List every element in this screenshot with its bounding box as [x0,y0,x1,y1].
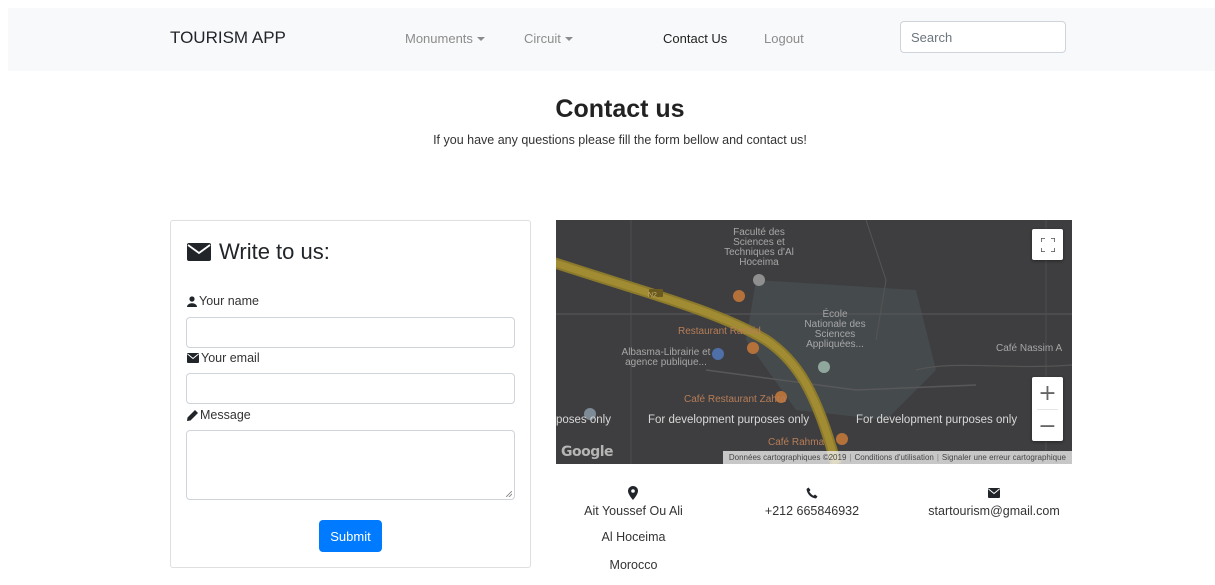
name-field[interactable] [186,317,515,348]
map-label-ecole: École Nationale des Sciences Appliquées.… [804,309,866,350]
dev-watermark-center: For development purposes only [648,414,810,426]
name-label: Your name [187,294,259,308]
nav-monuments-label: Monuments [405,31,473,46]
fullscreen-icon [1040,237,1055,252]
name-label-text: Your name [199,294,259,308]
phone-column: +212 665846932 [752,486,872,518]
map-label-albasma: Albasma-Librairie et agence publique... [621,347,711,368]
map-label-cafe-rahma: Café Rahma [768,437,825,448]
dev-watermark-right: For development purposes only [856,414,1018,426]
email-column: startourism@gmail.com [918,486,1070,518]
phone-icon [806,487,818,499]
nav-circuit-label: Circuit [524,31,561,46]
nav-circuit[interactable]: Circuit [524,31,573,46]
email-field[interactable] [186,373,515,404]
search-input[interactable] [900,21,1066,53]
map-label-cafe-nassim: Café Nassim A [996,343,1063,354]
envelope-icon [988,488,1000,498]
nav-logout[interactable]: Logout [764,31,804,46]
envelope-icon [187,243,211,261]
contact-email[interactable]: startourism@gmail.com [918,504,1070,518]
message-label: Message [187,408,251,422]
nav-contact-us[interactable]: Contact Us [663,31,727,46]
zoom-in-button[interactable]: + [1032,377,1063,409]
attribution-data[interactable]: Données cartographiques ©2019 [726,453,850,462]
phone-number[interactable]: +212 665846932 [752,504,872,518]
caret-down-icon [564,37,573,41]
map-label-restaurant-rachid: Restaurant Rachid [678,326,761,337]
google-map[interactable]: Faculté des Sciences et Techniques d'Al … [556,220,1072,464]
message-label-text: Message [200,408,251,422]
email-label-text: Your email [201,351,260,365]
page-title: Contact us [555,95,685,123]
form-title-text: Write to us: [219,239,330,264]
address-line-2: Al Hoceima [601,530,666,544]
page-subtitle: If you have any questions please fill th… [433,133,807,147]
contact-form-card: Write to us: Your name Your email Messag… [170,220,531,568]
map-attribution: Données cartographiques ©2019 | Conditio… [722,451,1072,464]
map-label-faculte: Faculté des Sciences et Techniques d'Al … [724,227,794,268]
message-textarea[interactable] [186,430,515,500]
brand-logo[interactable]: TOURISM APP [170,28,286,48]
address-line-1: Ait Youssef Ou Ali [584,504,683,518]
pencil-icon [187,409,198,421]
email-label: Your email [187,351,260,365]
google-logo[interactable]: Google [561,444,614,460]
zoom-control: + − [1032,377,1063,441]
attribution-terms[interactable]: Conditions d'utilisation [851,453,936,462]
navbar: TOURISM APP Monuments Circuit Contact Us… [8,8,1215,71]
resize-handle-icon[interactable] [506,491,512,497]
address-line-3: Morocco [609,558,658,572]
attribution-report[interactable]: Signaler une erreur cartographique [939,453,1069,462]
address-column: Ait Youssef Ou Ali Al Hoceima Morocco [565,486,702,572]
map-label-cafe-zahra: Café Restaurant Zahra [684,394,786,405]
nav-monuments[interactable]: Monuments [405,31,485,46]
map-marker-icon [628,486,638,500]
fullscreen-button[interactable] [1032,229,1063,260]
map-label-road: N2 [648,292,657,299]
submit-button[interactable]: Submit [319,520,382,552]
form-title: Write to us: [187,239,330,265]
user-icon [187,295,197,307]
dev-watermark-left: poses only [556,414,611,426]
zoom-out-button[interactable]: − [1032,410,1063,442]
caret-down-icon [476,37,485,41]
envelope-icon [187,353,199,363]
